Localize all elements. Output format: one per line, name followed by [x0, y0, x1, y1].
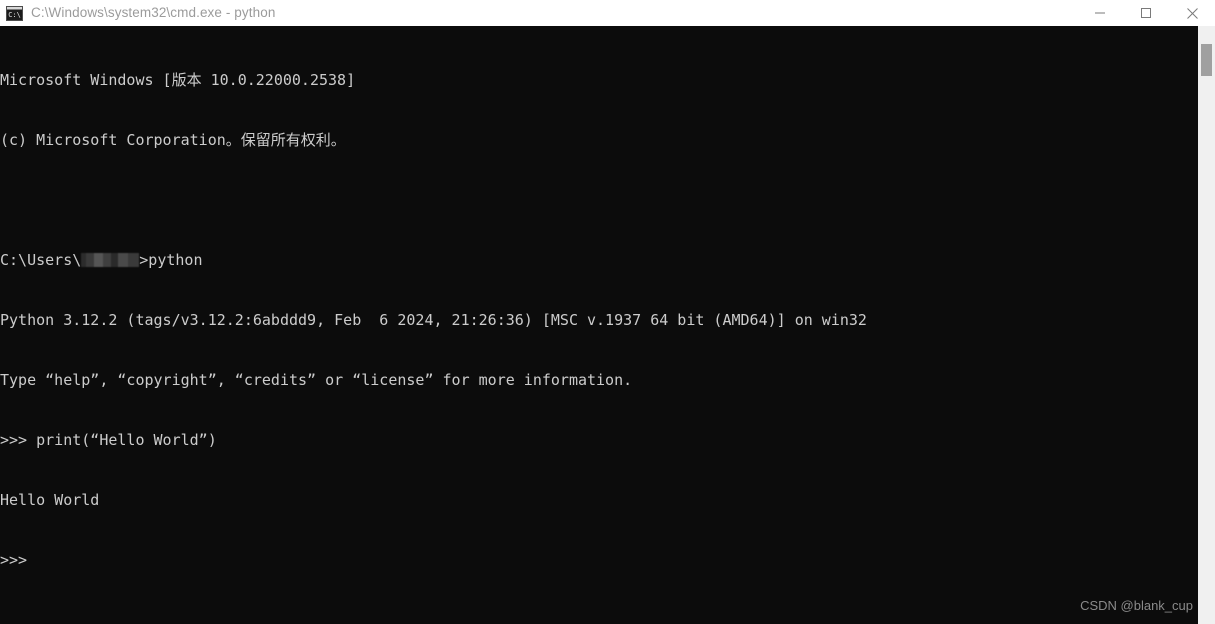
console-line-cursor-prompt: >>>: [0, 551, 28, 569]
console-line: Microsoft Windows [版本 10.0.22000.2538]: [0, 71, 356, 89]
redacted-username: [81, 252, 140, 267]
svg-text:C:\: C:\: [8, 11, 21, 19]
console-line-prompt: C:\Users\ >python: [0, 250, 1190, 270]
csdn-watermark: CSDN @blank_cup: [1080, 598, 1193, 613]
window-title: C:\Windows\system32\cmd.exe - python: [31, 5, 276, 20]
vertical-scrollbar[interactable]: [1198, 26, 1215, 624]
prompt-prefix: C:\Users\: [0, 251, 82, 269]
window-controls: [1077, 0, 1215, 26]
console-line-blank: [0, 190, 1190, 210]
console-line: >>> print(“Hello World”): [0, 431, 217, 449]
minimize-button[interactable]: [1077, 0, 1123, 26]
console-output-area[interactable]: Microsoft Windows [版本 10.0.22000.2538] (…: [0, 26, 1215, 624]
console-text: Microsoft Windows [版本 10.0.22000.2538] (…: [0, 30, 1190, 610]
close-button[interactable]: [1169, 0, 1215, 26]
console-line: Python 3.12.2 (tags/v3.12.2:6abddd9, Feb…: [0, 311, 867, 329]
prompt-suffix: >python: [139, 251, 203, 269]
maximize-button[interactable]: [1123, 0, 1169, 26]
console-line: Type “help”, “copyright”, “credits” or “…: [0, 371, 633, 389]
cmd-exe-icon: C:\: [6, 5, 23, 21]
scrollbar-thumb[interactable]: [1201, 44, 1212, 76]
console-line: Hello World: [0, 491, 100, 509]
title-bar[interactable]: C:\ C:\Windows\system32\cmd.exe - python: [0, 0, 1215, 26]
cmd-window: C:\ C:\Windows\system32\cmd.exe - python: [0, 0, 1215, 624]
console-line: (c) Microsoft Corporation。保留所有权利。: [0, 131, 346, 149]
